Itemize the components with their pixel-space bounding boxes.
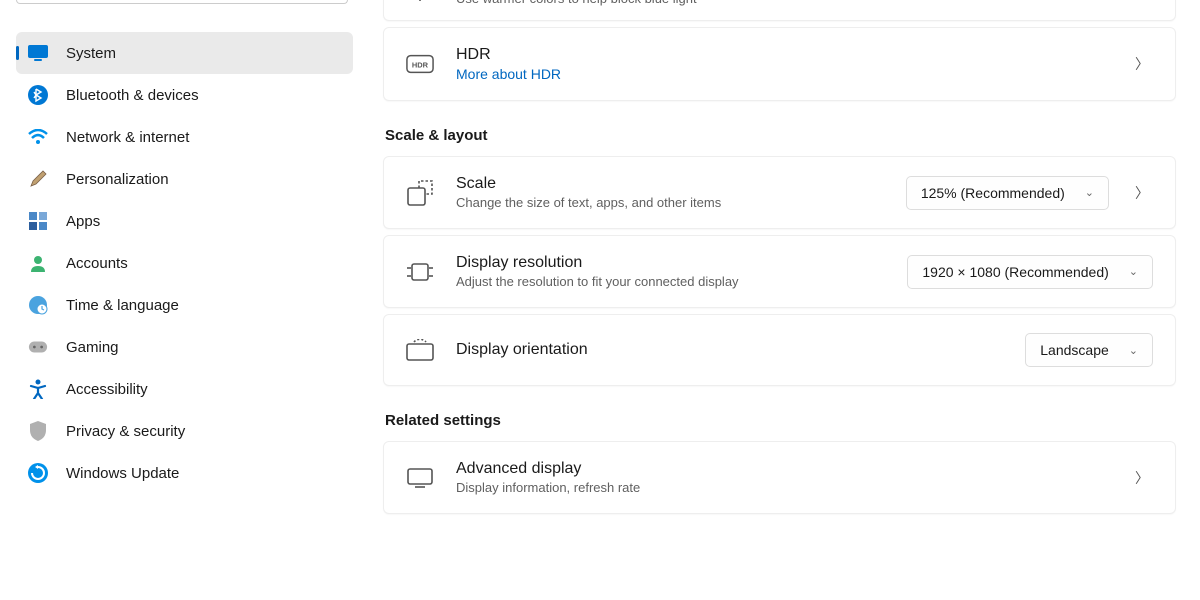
sidebar-item-accounts[interactable]: Accounts xyxy=(16,242,353,284)
orientation-title: Display orientation xyxy=(456,341,1003,359)
resolution-icon xyxy=(406,258,434,286)
monitor-outline-icon xyxy=(406,464,434,492)
scale-dropdown[interactable]: 125% (Recommended) ⌄ xyxy=(906,176,1109,210)
resolution-dropdown-value: 1920 × 1080 (Recommended) xyxy=(922,264,1108,280)
resolution-dropdown[interactable]: 1920 × 1080 (Recommended) ⌄ xyxy=(907,255,1153,289)
sidebar-item-label: Personalization xyxy=(66,171,169,188)
sidebar-item-label: Privacy & security xyxy=(66,423,185,440)
settings-sidebar: System Bluetooth & devices Network & int… xyxy=(0,0,365,600)
night-light-card[interactable]: Night light Use warmer colors to help bl… xyxy=(383,0,1176,21)
resolution-card[interactable]: Display resolution Adjust the resolution… xyxy=(383,235,1176,308)
sidebar-item-label: Windows Update xyxy=(66,465,179,482)
advanced-title: Advanced display xyxy=(456,460,1109,478)
sidebar-item-label: Accessibility xyxy=(66,381,148,398)
hdr-title: HDR xyxy=(456,46,1109,64)
section-scale-layout: Scale & layout xyxy=(385,127,1176,144)
chevron-down-icon: ⌄ xyxy=(1129,344,1138,357)
scale-dropdown-value: 125% (Recommended) xyxy=(921,185,1065,201)
sidebar-item-privacy[interactable]: Privacy & security xyxy=(16,410,353,452)
person-icon xyxy=(28,253,48,273)
sidebar-item-time-language[interactable]: Time & language xyxy=(16,284,353,326)
sidebar-item-label: Apps xyxy=(66,213,100,230)
sidebar-item-network[interactable]: Network & internet xyxy=(16,116,353,158)
orientation-dropdown-value: Landscape xyxy=(1040,342,1109,358)
advanced-subtitle: Display information, refresh rate xyxy=(456,480,1109,495)
chevron-down-icon: ⌄ xyxy=(1085,186,1094,199)
orientation-card[interactable]: Display orientation Landscape ⌄ xyxy=(383,314,1176,386)
globe-clock-icon xyxy=(28,295,48,315)
sidebar-item-label: Network & internet xyxy=(66,129,189,146)
bluetooth-icon xyxy=(28,85,48,105)
sidebar-item-personalization[interactable]: Personalization xyxy=(16,158,353,200)
resolution-subtitle: Adjust the resolution to fit your connec… xyxy=(456,274,885,289)
scale-card[interactable]: Scale Change the size of text, apps, and… xyxy=(383,156,1176,229)
chevron-right-icon[interactable]: 〉 xyxy=(1131,54,1153,74)
gamepad-icon xyxy=(28,337,48,357)
chevron-right-icon[interactable]: 〉 xyxy=(1131,468,1153,488)
sidebar-item-apps[interactable]: Apps xyxy=(16,200,353,242)
sidebar-item-label: Accounts xyxy=(66,255,128,272)
sidebar-item-label: Time & language xyxy=(66,297,179,314)
chevron-down-icon: ⌄ xyxy=(1129,265,1138,278)
sidebar-item-label: System xyxy=(66,45,116,62)
apps-icon xyxy=(28,211,48,231)
orientation-icon xyxy=(406,336,434,364)
sidebar-item-update[interactable]: Windows Update xyxy=(16,452,353,494)
search-input-bottom-edge[interactable] xyxy=(16,0,348,4)
shield-icon xyxy=(28,421,48,441)
sidebar-item-system[interactable]: System xyxy=(16,32,353,74)
svg-text:HDR: HDR xyxy=(412,61,429,70)
orientation-dropdown[interactable]: Landscape ⌄ xyxy=(1025,333,1153,367)
scale-subtitle: Change the size of text, apps, and other… xyxy=(456,195,884,210)
advanced-display-card[interactable]: Advanced display Display information, re… xyxy=(383,441,1176,514)
section-related-settings: Related settings xyxy=(385,412,1176,429)
scale-icon xyxy=(406,179,434,207)
sidebar-item-label: Bluetooth & devices xyxy=(66,87,199,104)
accessibility-icon xyxy=(28,379,48,399)
sidebar-item-gaming[interactable]: Gaming xyxy=(16,326,353,368)
sidebar-item-bluetooth[interactable]: Bluetooth & devices xyxy=(16,74,353,116)
sidebar-item-label: Gaming xyxy=(66,339,119,356)
resolution-title: Display resolution xyxy=(456,254,885,272)
night-light-subtitle: Use warmer colors to help block blue lig… xyxy=(456,0,1006,6)
sidebar-item-accessibility[interactable]: Accessibility xyxy=(16,368,353,410)
brush-icon xyxy=(28,169,48,189)
scale-title: Scale xyxy=(456,175,884,193)
wifi-icon xyxy=(28,127,48,147)
hdr-more-link[interactable]: More about HDR xyxy=(456,66,1109,82)
chevron-right-icon[interactable]: 〉 xyxy=(1131,183,1153,203)
hdr-card[interactable]: HDR HDR More about HDR 〉 xyxy=(383,27,1176,101)
monitor-icon xyxy=(28,43,48,63)
hdr-icon: HDR xyxy=(406,50,434,78)
update-icon xyxy=(28,463,48,483)
sun-icon xyxy=(406,0,434,3)
settings-content: Night light Use warmer colors to help bl… xyxy=(365,0,1200,600)
